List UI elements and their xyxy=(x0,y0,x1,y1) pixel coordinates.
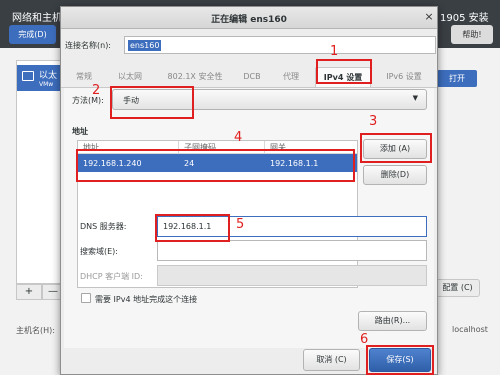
search-domains-label: 搜索域(E): xyxy=(80,247,118,256)
tab-ipv6-settings[interactable]: IPv6 设置 xyxy=(375,67,433,87)
address-heading: 地址 xyxy=(72,127,88,136)
require-ipv4-checkbox[interactable] xyxy=(81,293,91,303)
device-item-ethernet[interactable]: 以太 VMw xyxy=(17,65,63,91)
hostname-label: 主机名(H): xyxy=(16,326,55,335)
annotation-number-2: 2 xyxy=(92,83,101,98)
require-ipv4-label: 需要 IPv4 地址完成这个连接 xyxy=(95,295,198,304)
settings-tabs: 常规 以太网 802.1X 安全性 DCB 代理 IPv4 设置 IPv6 设置 xyxy=(61,67,437,87)
tab-dcb[interactable]: DCB xyxy=(237,67,267,87)
annotation-box-5 xyxy=(155,214,230,242)
installer-version: 1905 安装 xyxy=(440,13,489,24)
configure-button[interactable]: 配置 (C) xyxy=(435,279,480,297)
annotation-number-5: 5 xyxy=(236,217,245,232)
tab-proxy[interactable]: 代理 xyxy=(275,67,307,87)
cancel-button[interactable]: 取消 (C) xyxy=(303,349,360,371)
delete-address-button[interactable]: 删除(D) xyxy=(363,165,427,185)
hostname-value: localhost xyxy=(452,325,488,334)
annotation-number-3: 3 xyxy=(369,114,378,129)
connection-name-value: ens160 xyxy=(128,40,162,51)
close-icon[interactable]: × xyxy=(423,10,435,24)
device-item-subtitle: VMw xyxy=(39,81,54,88)
ethernet-icon xyxy=(22,71,34,81)
chevron-down-icon: ▼ xyxy=(412,94,418,102)
tab-ethernet[interactable]: 以太网 xyxy=(109,67,151,87)
dhcp-client-id-label: DHCP 客户端 ID: xyxy=(80,272,143,281)
routes-button[interactable]: 路由(R)... xyxy=(358,311,427,331)
dhcp-client-id-input xyxy=(157,265,427,286)
annotation-box-3 xyxy=(360,133,432,163)
connection-name-label: 连接名称(n): xyxy=(65,41,112,50)
annotation-number-6: 6 xyxy=(360,332,369,347)
tab-8021x-security[interactable]: 802.1X 安全性 xyxy=(157,67,233,87)
annotation-number-1: 1 xyxy=(330,44,339,59)
dns-servers-label: DNS 服务器: xyxy=(80,222,127,231)
annotation-box-1 xyxy=(316,59,372,84)
annotation-number-4: 4 xyxy=(234,130,243,145)
connection-name-input[interactable]: ens160 xyxy=(124,36,436,54)
dialog-titlebar: 正在编辑 ens160 × xyxy=(61,7,437,29)
dialog-title: 正在编辑 ens160 xyxy=(211,15,287,25)
add-device-button[interactable]: + xyxy=(16,284,42,300)
annotation-box-2 xyxy=(110,86,194,119)
network-device-list: 以太 VMw xyxy=(16,60,64,284)
help-button[interactable]: 帮助! xyxy=(451,25,493,44)
device-toggle[interactable]: 打开 xyxy=(437,70,477,87)
search-domains-input[interactable] xyxy=(157,240,427,261)
annotation-box-6 xyxy=(366,345,434,375)
device-item-title: 以太 xyxy=(39,71,58,81)
annotation-box-4 xyxy=(76,149,355,182)
done-button[interactable]: 完成(D) xyxy=(9,25,56,44)
